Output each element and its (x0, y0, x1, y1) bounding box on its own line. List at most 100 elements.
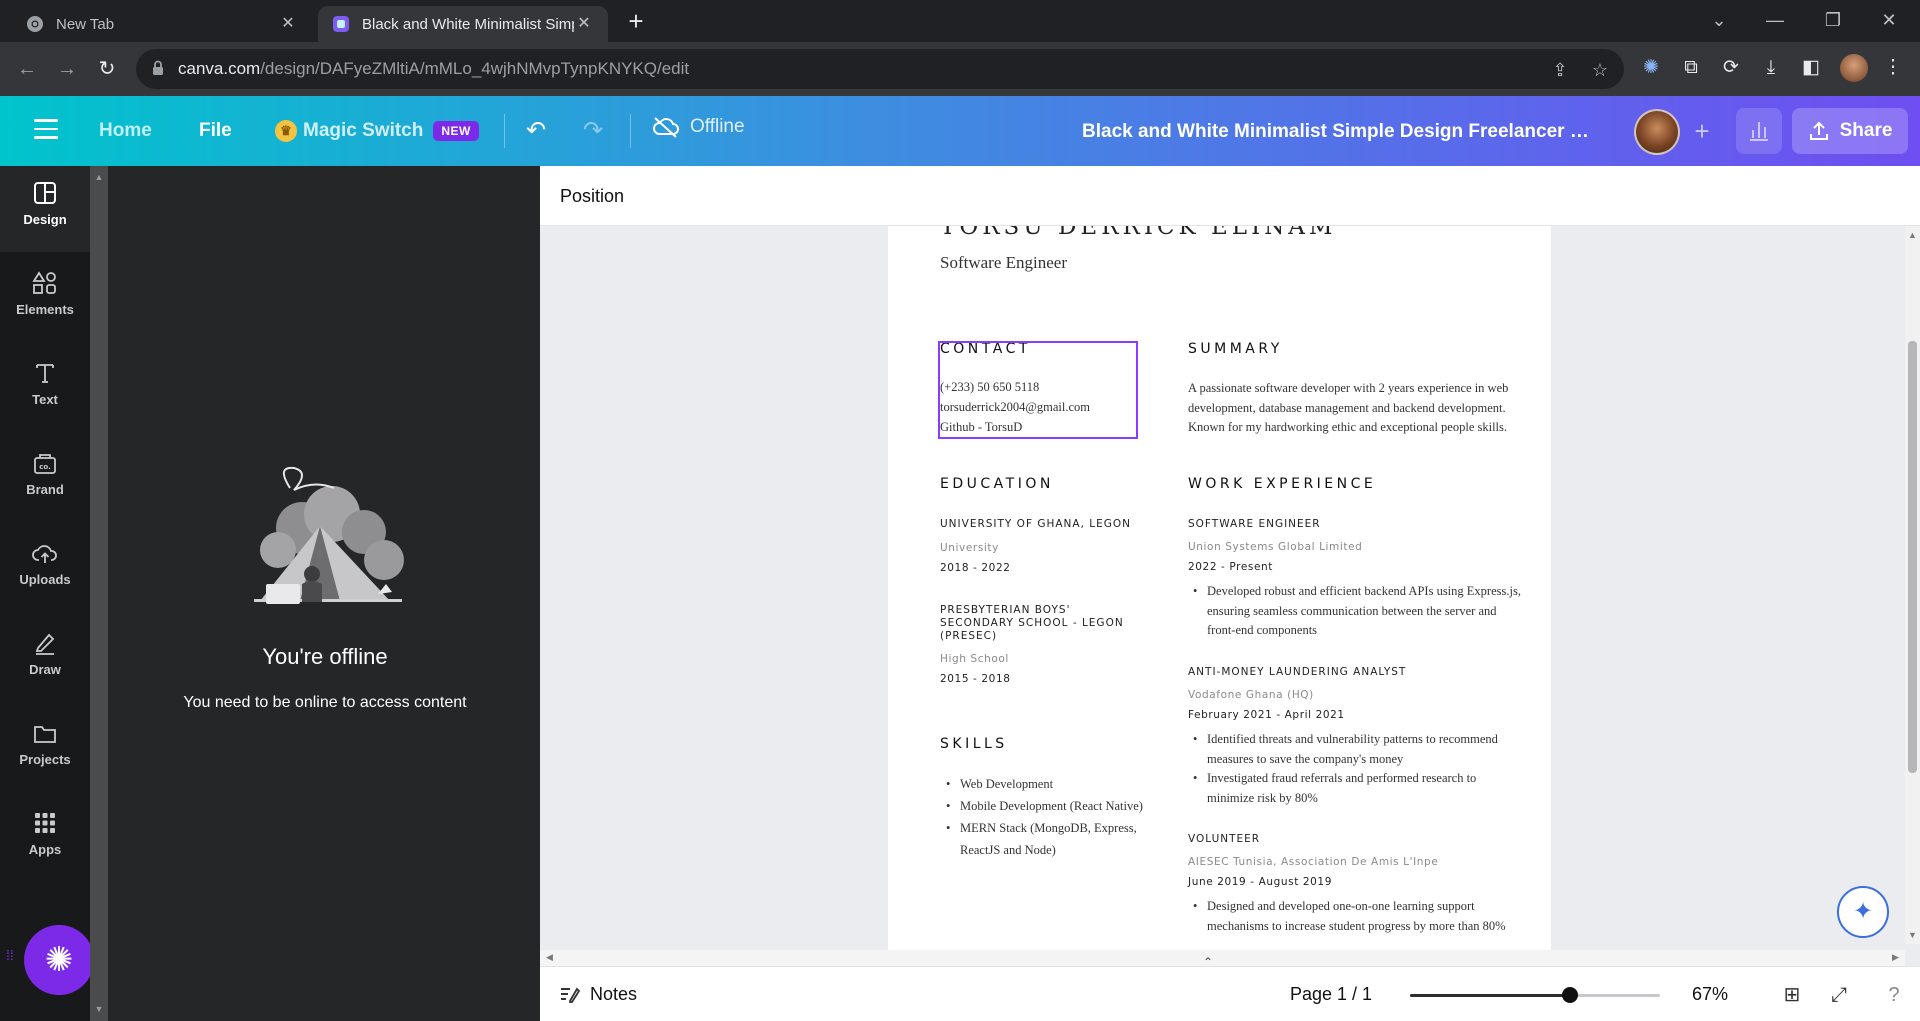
job-bullets[interactable]: Identified threats and vulnerability pat… (1193, 730, 1523, 808)
work-heading[interactable]: WORK EXPERIENCE (1188, 476, 1376, 492)
job-title[interactable]: SOFTWARE ENGINEER (1188, 518, 1321, 531)
close-icon[interactable]: ✕ (574, 14, 594, 34)
summary-heading[interactable]: SUMMARY (1188, 341, 1283, 357)
close-window-button[interactable]: ✕ (1866, 0, 1912, 40)
job-bullet[interactable]: Investigated fraud referrals and perform… (1193, 769, 1523, 808)
download-icon[interactable]: ⤓ (1758, 55, 1784, 81)
education-school[interactable]: PRESBYTERIAN BOYS' SECONDARY SCHOOL - LE… (940, 604, 1145, 643)
home-link[interactable]: Home (99, 120, 152, 142)
scroll-up-icon[interactable]: ▲ (1905, 230, 1920, 240)
education-school[interactable]: UNIVERSITY OF GHANA, LEGON (940, 518, 1145, 531)
tab-search-icon[interactable]: ⌄ (1696, 0, 1742, 40)
magic-switch-button[interactable]: ♛ Magic Switch NEW (275, 120, 479, 142)
page-indicator[interactable]: Page 1 / 1 (1290, 984, 1372, 1005)
zoom-slider[interactable] (1410, 987, 1660, 1003)
skills-heading[interactable]: SKILLS (940, 736, 1008, 752)
offline-status[interactable]: Offline (652, 116, 745, 138)
zoom-value[interactable]: 67% (1692, 984, 1728, 1005)
rail-item-projects[interactable]: Projects (0, 706, 90, 792)
avatar[interactable] (1634, 109, 1680, 155)
skills-list[interactable]: Web Development Mobile Development (Reac… (946, 773, 1146, 861)
panel-scrollbar[interactable]: ▲ ▼ (90, 166, 108, 1021)
document-title[interactable]: Black and White Minimalist Simple Design… (1082, 121, 1592, 143)
resume-role[interactable]: Software Engineer (940, 253, 1067, 273)
rail-item-text[interactable]: Text (0, 346, 90, 432)
notes-button[interactable]: Notes (558, 983, 637, 1005)
reload-button[interactable]: ↻ (92, 54, 122, 84)
chevron-up-icon[interactable]: ⌃ (1185, 955, 1231, 971)
rail-item-design[interactable]: Design (0, 166, 90, 252)
tab-canva[interactable]: Black and White Minimalist Simp ✕ (318, 6, 608, 42)
redo-icon[interactable]: ↷ (578, 116, 608, 146)
skill-item[interactable]: Mobile Development (React Native) (946, 795, 1146, 817)
scroll-down-icon[interactable]: ▼ (1905, 930, 1920, 940)
grid-view-icon[interactable]: ⊞ (1778, 981, 1806, 1009)
education-heading[interactable]: EDUCATION (940, 476, 1054, 492)
job-company[interactable]: Vodafone Ghana (HQ) (1188, 689, 1314, 701)
new-tab-button[interactable]: + (622, 8, 650, 36)
share-page-icon[interactable]: ⇪ (1549, 59, 1571, 81)
job-company[interactable]: AIESEC Tunisia, Association De Amis L'In… (1188, 856, 1438, 868)
scroll-up-icon[interactable]: ▲ (94, 172, 104, 182)
hamburger-menu-icon[interactable] (34, 119, 58, 139)
fullscreen-icon[interactable]: ⤢ (1825, 981, 1853, 1009)
bookmark-star-icon[interactable]: ☆ (1589, 59, 1611, 81)
job-dates[interactable]: 2022 - Present (1188, 561, 1273, 573)
minimize-button[interactable]: — (1752, 0, 1798, 40)
forward-button[interactable]: → (52, 54, 82, 84)
education-dates[interactable]: 2018 - 2022 (940, 562, 1011, 574)
job-bullets[interactable]: Designed and developed one-on-one learni… (1193, 897, 1523, 936)
summary-text[interactable]: A passionate software developer with 2 y… (1188, 379, 1523, 438)
selection-box[interactable] (938, 341, 1138, 439)
job-bullet[interactable]: Identified threats and vulnerability pat… (1193, 730, 1523, 769)
rail-item-uploads[interactable]: Uploads (0, 526, 90, 612)
job-bullet[interactable]: Designed and developed one-on-one learni… (1193, 897, 1523, 936)
resume-page[interactable]: TORSU DERRICK ELINAM Software Engineer C… (888, 226, 1551, 951)
job-title[interactable]: ANTI-MONEY LAUNDERING ANALYST (1188, 666, 1406, 679)
education-level[interactable]: High School (940, 653, 1009, 665)
zoom-handle[interactable] (1562, 987, 1578, 1003)
restore-button[interactable]: ❐ (1810, 0, 1856, 40)
sync-icon[interactable]: ⟳ (1718, 55, 1744, 81)
scroll-down-icon[interactable]: ▼ (94, 1004, 104, 1014)
rail-item-elements[interactable]: Elements (0, 256, 90, 342)
skill-item[interactable]: MERN Stack (MongoDB, Express, ReactJS an… (946, 817, 1146, 861)
job-dates[interactable]: February 2021 - April 2021 (1188, 709, 1345, 721)
menu-dots-icon[interactable]: ⋮ (1880, 55, 1906, 81)
design-canvas[interactable]: TORSU DERRICK ELINAM Software Engineer C… (540, 226, 1905, 951)
address-bar[interactable]: canva.com/design/DAFyeZMltiA/mMLo_4wjhNM… (136, 49, 1624, 89)
help-icon[interactable]: ? (1880, 981, 1908, 1009)
rail-item-draw[interactable]: Draw (0, 616, 90, 702)
job-bullets[interactable]: Developed robust and efficient backend A… (1193, 582, 1523, 641)
magic-assist-button[interactable]: ✦ (1837, 886, 1889, 938)
scroll-left-icon[interactable]: ◀ (546, 952, 553, 963)
drag-handle-icon[interactable]: ⁞⁞ (6, 948, 16, 970)
file-menu[interactable]: File (199, 120, 232, 142)
job-title[interactable]: VOLUNTEER (1188, 833, 1260, 846)
puzzle-icon[interactable]: ⧉ (1678, 55, 1704, 81)
close-icon[interactable]: ✕ (278, 14, 298, 34)
profile-avatar[interactable] (1840, 54, 1868, 82)
position-button[interactable]: Position (560, 186, 624, 207)
insights-button[interactable] (1736, 108, 1782, 154)
rail-item-apps[interactable]: Apps (0, 796, 90, 882)
education-level[interactable]: University (940, 542, 999, 554)
job-bullet[interactable]: Developed robust and efficient backend A… (1193, 582, 1523, 641)
job-dates[interactable]: June 2019 - August 2019 (1188, 876, 1332, 888)
skill-item[interactable]: Web Development (946, 773, 1146, 795)
scroll-right-icon[interactable]: ▶ (1892, 952, 1899, 963)
resume-name[interactable]: TORSU DERRICK ELINAM (940, 226, 1336, 240)
add-collaborator-button[interactable]: + (1684, 114, 1720, 150)
canvas-vertical-scrollbar[interactable]: ▲ ▼ (1905, 226, 1920, 944)
rail-item-brand[interactable]: co. Brand (0, 436, 90, 522)
tab-new-tab[interactable]: New Tab ✕ (12, 6, 312, 42)
education-dates[interactable]: 2015 - 2018 (940, 673, 1011, 685)
undo-icon[interactable]: ↶ (521, 116, 551, 146)
share-button[interactable]: Share (1792, 108, 1908, 154)
scrollbar-thumb[interactable] (1908, 341, 1917, 773)
sidepanel-icon[interactable]: ◧ (1798, 55, 1824, 81)
extension-icon[interactable]: ✺ (1638, 55, 1664, 81)
back-button[interactable]: ← (12, 54, 42, 84)
job-company[interactable]: Union Systems Global Limited (1188, 541, 1362, 553)
assistant-button[interactable]: ✺ (24, 925, 94, 995)
